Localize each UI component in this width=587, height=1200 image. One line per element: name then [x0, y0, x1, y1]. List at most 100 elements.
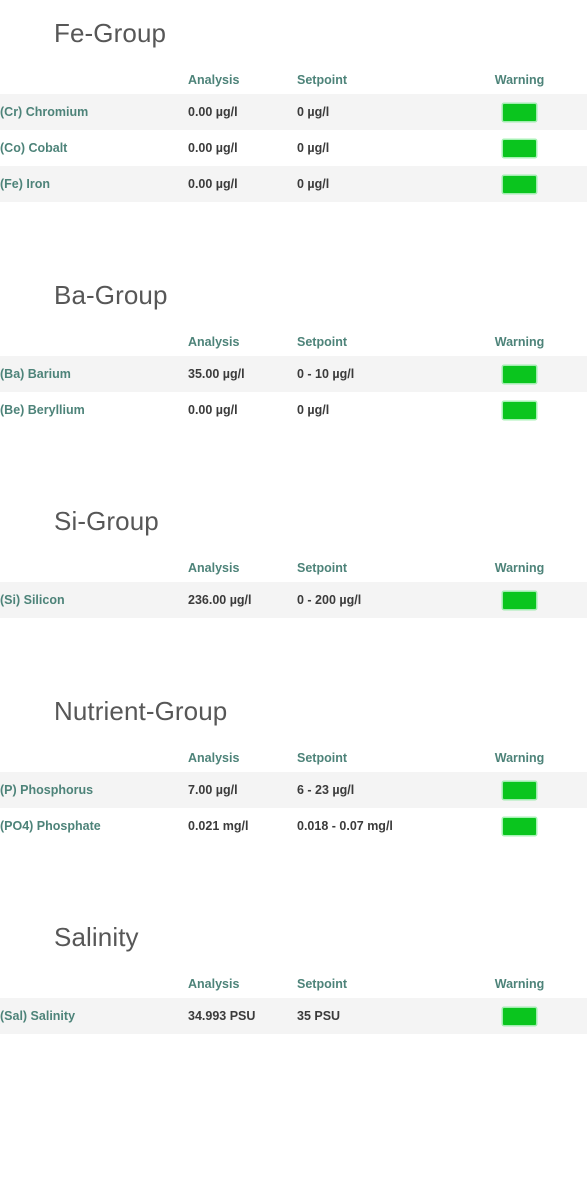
table-row[interactable]: (Cr) Chromium 0.00 µg/l 0 µg/l	[0, 94, 587, 130]
parameter-name: (P) Phosphorus	[0, 772, 188, 808]
column-header-name	[0, 328, 188, 356]
warning-cell	[452, 94, 587, 130]
warning-cell	[452, 582, 587, 618]
analysis-value: 0.00 µg/l	[188, 94, 297, 130]
warning-cell	[452, 998, 587, 1034]
status-badge	[503, 103, 536, 121]
warning-cell	[452, 772, 587, 808]
column-header-warning: Warning	[452, 328, 587, 356]
column-header-analysis: Analysis	[188, 744, 297, 772]
section-title: Fe-Group	[54, 18, 167, 48]
table-header-row: Analysis Setpoint Warning	[0, 66, 587, 94]
table-header-row: Analysis Setpoint Warning	[0, 554, 587, 582]
parameter-table: Analysis Setpoint Warning (Si) Silicon 236.0…	[0, 554, 587, 618]
table-header-row: Analysis Setpoint Warning	[0, 744, 587, 772]
setpoint-value: 0 - 200 µg/l	[297, 582, 452, 618]
table-row[interactable]: (Fe) Iron 0.00 µg/l 0 µg/l	[0, 166, 587, 202]
parameter-table: Analysis Setpoint Warning (P) Phosphorus 7.0…	[0, 744, 587, 844]
table-row[interactable]: (P) Phosphorus 7.00 µg/l 6 - 23 µg/l	[0, 772, 587, 808]
status-badge	[503, 1007, 536, 1025]
warning-cell	[452, 166, 587, 202]
column-header-analysis: Analysis	[188, 554, 297, 582]
section-ba-group: Ba-Group Analysis Setpoint Warning (Ba) Bari…	[0, 280, 587, 428]
sections-container: Fe-Group Analysis Setpoint Warning (Cr) Chro…	[0, 18, 587, 1034]
status-badge	[503, 591, 536, 609]
column-header-warning: Warning	[452, 554, 587, 582]
parameter-name: (Be) Beryllium	[0, 392, 188, 428]
title-table-spacer	[0, 726, 587, 744]
section-title: Si-Group	[54, 506, 159, 536]
table-row[interactable]: (Si) Silicon 236.00 µg/l 0 - 200 µg/l	[0, 582, 587, 618]
parameter-name: (PO4) Phosphate	[0, 808, 188, 844]
column-header-setpoint: Setpoint	[297, 744, 452, 772]
parameter-name: (Si) Silicon	[0, 582, 188, 618]
parameter-table: Analysis Setpoint Warning (Ba) Barium 35.00 …	[0, 328, 587, 428]
analysis-value: 0.00 µg/l	[188, 166, 297, 202]
water-parameters-report: Fe-Group Analysis Setpoint Warning (Cr) Chro…	[0, 0, 587, 1034]
section-nutrient-group: Nutrient-Group Analysis Setpoint Warning (P)…	[0, 696, 587, 844]
analysis-value: 35.00 µg/l	[188, 356, 297, 392]
table-row[interactable]: (Ba) Barium 35.00 µg/l 0 - 10 µg/l	[0, 356, 587, 392]
table-row[interactable]: (Be) Beryllium 0.00 µg/l 0 µg/l	[0, 392, 587, 428]
section-si-group: Si-Group Analysis Setpoint Warning (Si) Sili…	[0, 506, 587, 618]
status-badge	[503, 175, 536, 193]
section-fe-group: Fe-Group Analysis Setpoint Warning (Cr) Chro…	[0, 18, 587, 202]
column-header-analysis: Analysis	[188, 328, 297, 356]
section-title: Salinity	[54, 922, 139, 952]
title-table-spacer	[0, 310, 587, 328]
column-header-setpoint: Setpoint	[297, 970, 452, 998]
setpoint-value: 0 µg/l	[297, 166, 452, 202]
status-badge	[503, 139, 536, 157]
column-header-setpoint: Setpoint	[297, 328, 452, 356]
analysis-value: 7.00 µg/l	[188, 772, 297, 808]
status-badge	[503, 817, 536, 835]
analysis-value: 0.021 mg/l	[188, 808, 297, 844]
column-header-setpoint: Setpoint	[297, 554, 452, 582]
analysis-value: 0.00 µg/l	[188, 130, 297, 166]
column-header-name	[0, 744, 188, 772]
status-badge	[503, 365, 536, 383]
section-title: Nutrient-Group	[54, 696, 228, 726]
status-badge	[503, 781, 536, 799]
column-header-warning: Warning	[452, 970, 587, 998]
status-badge	[503, 401, 536, 419]
parameter-name: (Ba) Barium	[0, 356, 188, 392]
table-row[interactable]: (PO4) Phosphate 0.021 mg/l 0.018 - 0.07 mg…	[0, 808, 587, 844]
analysis-value: 0.00 µg/l	[188, 392, 297, 428]
column-header-name	[0, 554, 188, 582]
parameter-name: (Fe) Iron	[0, 166, 188, 202]
warning-cell	[452, 808, 587, 844]
column-header-analysis: Analysis	[188, 970, 297, 998]
column-header-warning: Warning	[452, 744, 587, 772]
setpoint-value: 0 µg/l	[297, 392, 452, 428]
setpoint-value: 0 - 10 µg/l	[297, 356, 452, 392]
title-table-spacer	[0, 952, 587, 970]
section-salinity: Salinity Analysis Setpoint Warning (Sal) Sal…	[0, 922, 587, 1034]
setpoint-value: 6 - 23 µg/l	[297, 772, 452, 808]
section-title: Ba-Group	[54, 280, 168, 310]
table-row[interactable]: (Sal) Salinity 34.993 PSU 35 PSU	[0, 998, 587, 1034]
table-header-row: Analysis Setpoint Warning	[0, 328, 587, 356]
setpoint-value: 0 µg/l	[297, 94, 452, 130]
setpoint-value: 0 µg/l	[297, 130, 452, 166]
table-row[interactable]: (Co) Cobalt 0.00 µg/l 0 µg/l	[0, 130, 587, 166]
analysis-value: 236.00 µg/l	[188, 582, 297, 618]
parameter-name: (Cr) Chromium	[0, 94, 188, 130]
column-header-setpoint: Setpoint	[297, 66, 452, 94]
setpoint-value: 0.018 - 0.07 mg/l	[297, 808, 452, 844]
column-header-analysis: Analysis	[188, 66, 297, 94]
parameter-name: (Co) Cobalt	[0, 130, 188, 166]
column-header-warning: Warning	[452, 66, 587, 94]
column-header-name	[0, 66, 188, 94]
column-header-name	[0, 970, 188, 998]
warning-cell	[452, 130, 587, 166]
table-header-row: Analysis Setpoint Warning	[0, 970, 587, 998]
parameter-name: (Sal) Salinity	[0, 998, 188, 1034]
parameter-table: Analysis Setpoint Warning (Cr) Chromium 0.00…	[0, 66, 587, 202]
setpoint-value: 35 PSU	[297, 998, 452, 1034]
parameter-table: Analysis Setpoint Warning (Sal) Salinity 34.…	[0, 970, 587, 1034]
